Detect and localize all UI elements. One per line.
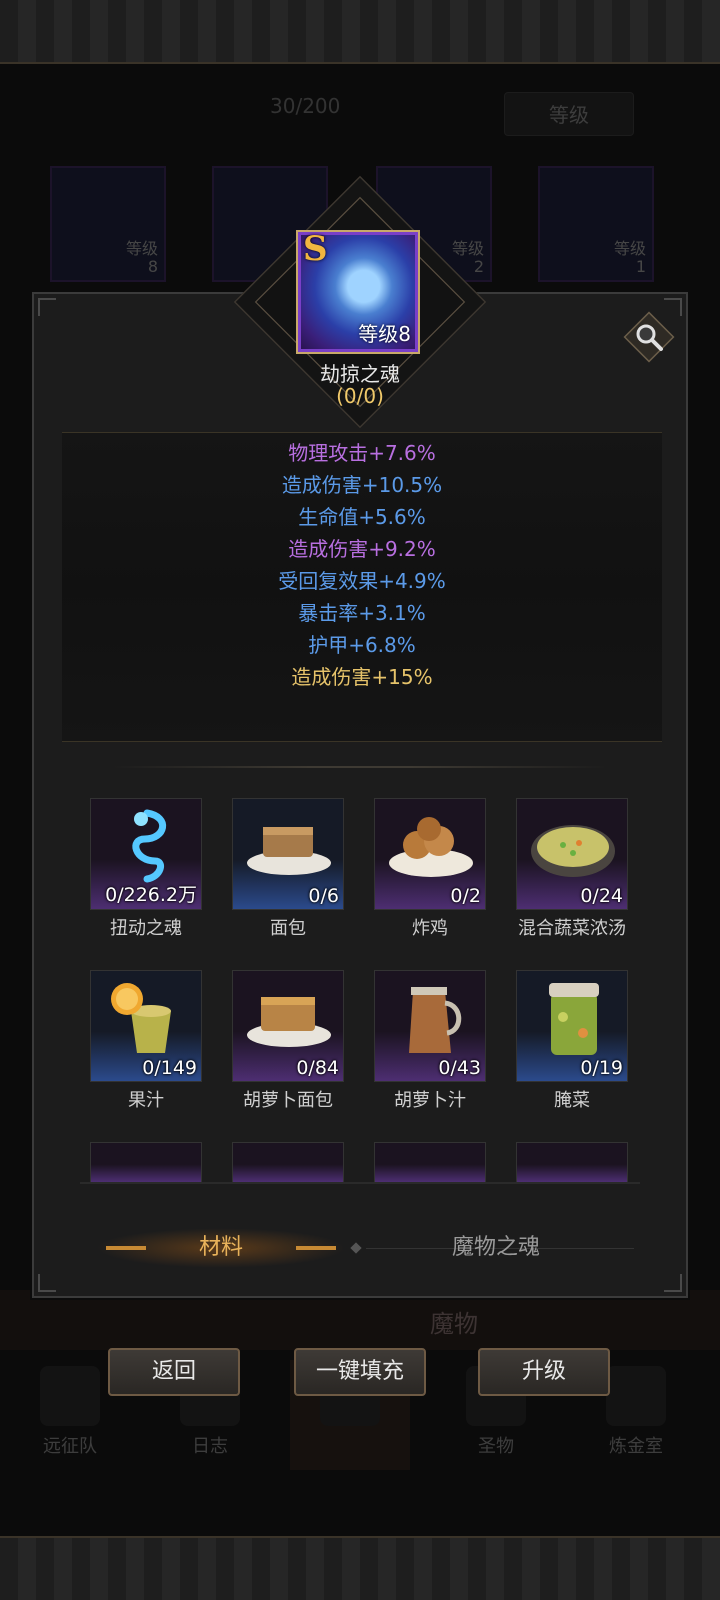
material-slot[interactable]: 0/6 (232, 798, 344, 910)
material-tabs: 材料 魔物之魂 (96, 1228, 636, 1268)
stat-line: 暴击率+3.1% (298, 601, 426, 625)
rank-badge: S (303, 229, 328, 269)
stat-line: 造成伤害+9.2% (288, 537, 436, 561)
stat-line: 生命值+5.6% (298, 505, 426, 529)
material-count: 0/6 (308, 885, 339, 907)
material-name: 混合蔬菜浓汤 (518, 918, 626, 939)
material-count: 0/24 (580, 885, 623, 907)
stat-line: 造成伤害+15% (291, 665, 433, 689)
tab-separator (350, 1242, 362, 1254)
material-name: 胡萝卜汁 (394, 1090, 466, 1111)
upgrade-button[interactable]: 升级 (478, 1348, 610, 1396)
helmet-icon (40, 1366, 100, 1426)
soul-level: 等级8 (358, 322, 411, 346)
tab-materials[interactable]: 材料 (96, 1228, 346, 1268)
material-slot[interactable]: 0/226.2万 (90, 798, 202, 910)
soul-portrait[interactable]: S 等级8 (298, 229, 418, 352)
stat-line: 护甲+6.8% (308, 633, 416, 657)
material-slot-partial[interactable] (374, 1142, 486, 1182)
material-slot-partial[interactable] (90, 1142, 202, 1182)
stat-bonus-panel: 物理攻击+7.6% 造成伤害+10.5% 生命值+5.6% 造成伤害+9.2% 受回复效… (62, 432, 662, 742)
material-count: 0/2 (450, 885, 481, 907)
material-slot[interactable]: 0/19 (516, 970, 628, 1082)
tab-monster-souls[interactable]: 魔物之魂 (396, 1228, 596, 1268)
material-slot[interactable]: 0/149 (90, 970, 202, 1082)
material-name: 腌菜 (554, 1090, 590, 1111)
material-slot[interactable]: 0/2 (374, 798, 486, 910)
material-name: 面包 (270, 918, 306, 939)
material-count: 0/84 (296, 1057, 339, 1079)
back-button[interactable]: 返回 (108, 1348, 240, 1396)
material-name: 炸鸡 (412, 918, 448, 939)
magnifier-icon[interactable] (634, 322, 664, 352)
material-slot-partial[interactable] (232, 1142, 344, 1182)
background-soul-card: 等级 8 (50, 166, 166, 282)
material-name: 胡萝卜面包 (243, 1090, 333, 1111)
material-name: 扭动之魂 (110, 918, 182, 939)
background-tab-strip: 魔物 (0, 1290, 720, 1350)
background-count: 30/200 (270, 94, 341, 118)
soul-progress: (0/0) (336, 384, 384, 408)
material-count: 0/19 (580, 1057, 623, 1079)
material-slot[interactable]: 0/24 (516, 798, 628, 910)
background-soul-card: 等级 1 (538, 166, 654, 282)
bottom-ornament-bar (0, 1536, 720, 1600)
material-count: 0/149 (142, 1057, 197, 1079)
background-level-button: 等级 (504, 92, 634, 136)
autofill-button[interactable]: 一键填充 (294, 1348, 426, 1396)
material-count: 0/43 (438, 1057, 481, 1079)
section-divider (112, 766, 608, 768)
stat-line: 物理攻击+7.6% (288, 441, 436, 465)
material-slot[interactable]: 0/43 (374, 970, 486, 1082)
material-slot-partial[interactable] (516, 1142, 628, 1182)
stat-line: 受回复效果+4.9% (278, 569, 446, 593)
material-count: 0/226.2万 (105, 884, 197, 906)
stat-line: 造成伤害+10.5% (281, 473, 443, 497)
material-name: 果汁 (128, 1090, 164, 1111)
alchemy-icon (606, 1366, 666, 1426)
soul-name: 劫掠之魂 (320, 362, 400, 386)
top-ornament-bar (0, 0, 720, 64)
material-slot[interactable]: 0/84 (232, 970, 344, 1082)
grid-scroll-edge (80, 1182, 640, 1184)
